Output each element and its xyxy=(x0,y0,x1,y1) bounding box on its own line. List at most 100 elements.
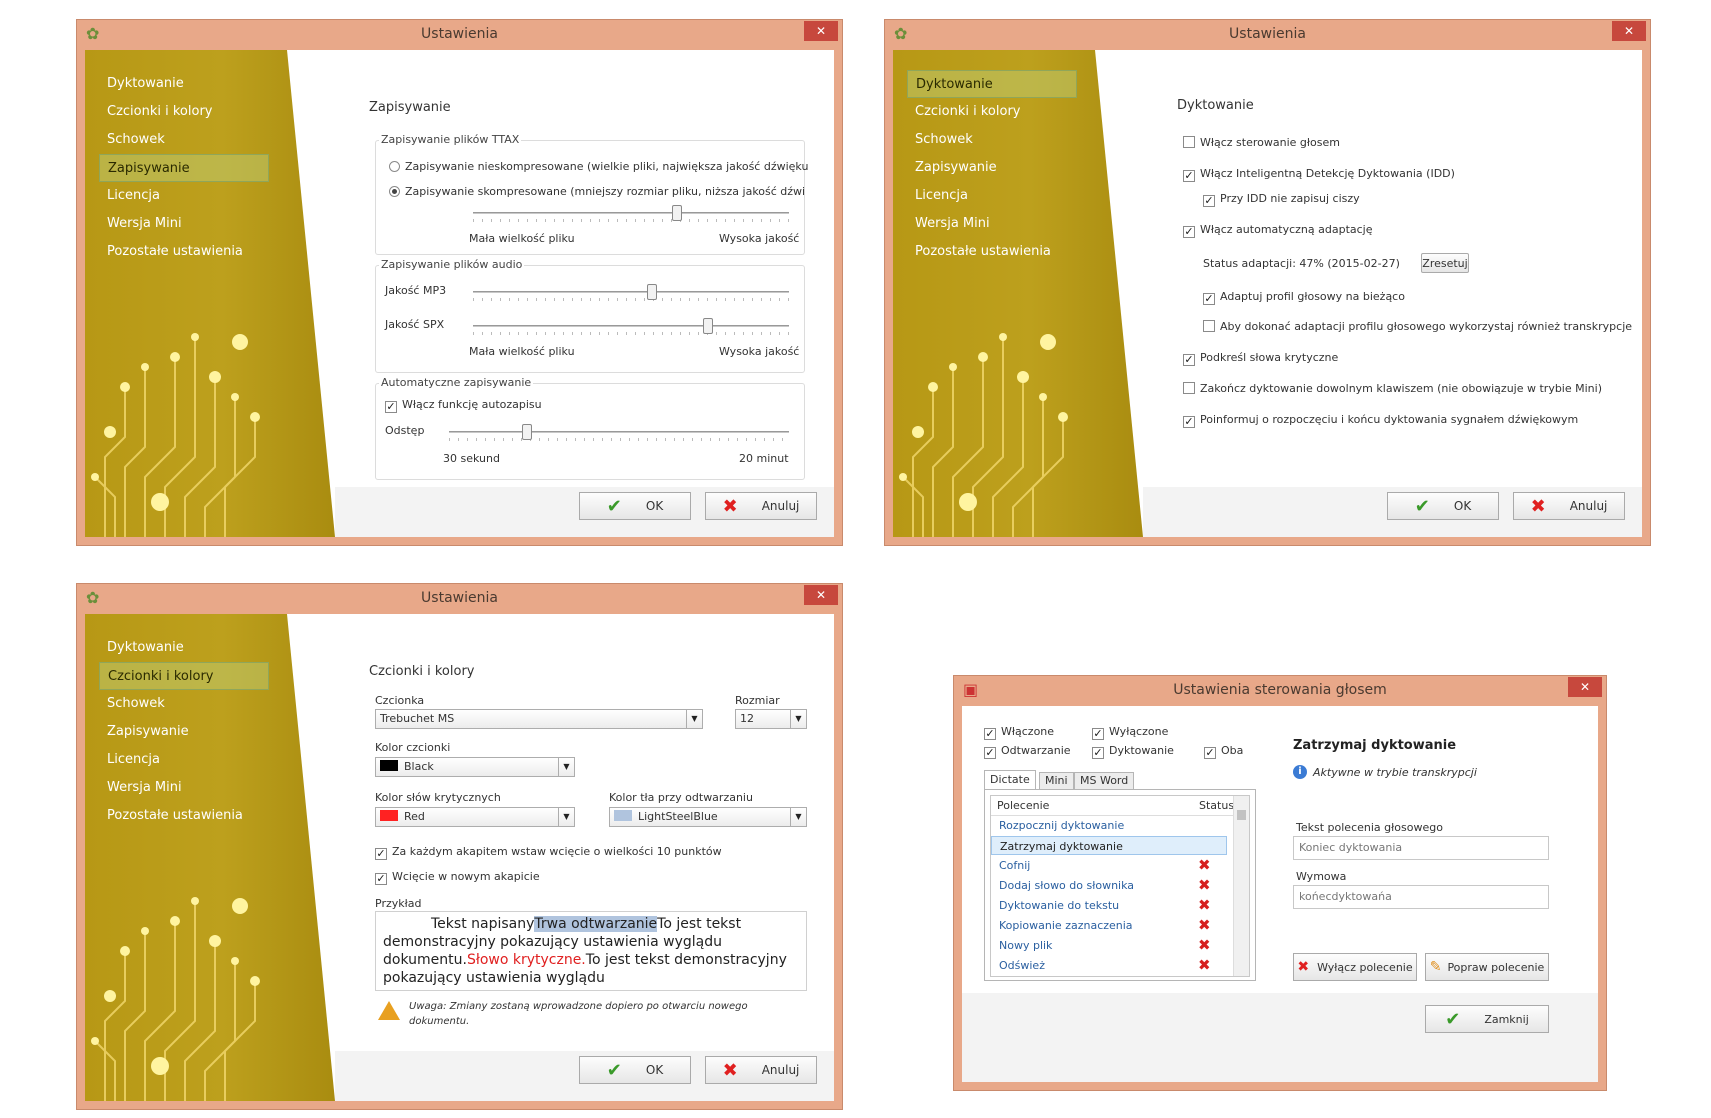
radio-circle[interactable] xyxy=(389,161,400,172)
idd-silence-checkbox[interactable]: ✓ Przy IDD nie zapisuj ciszy xyxy=(1203,192,1360,207)
filter-dictation[interactable]: ✓ Dyktowanie xyxy=(1092,744,1174,759)
checkbox-unchecked[interactable] xyxy=(1183,382,1195,394)
nav-item-zapisywanie[interactable]: Zapisywanie xyxy=(99,718,269,746)
nav-item-schowek[interactable]: Schowek xyxy=(99,126,269,154)
font-select[interactable]: Trebuchet MS ▼ xyxy=(375,709,703,729)
adapt-live-checkbox[interactable]: ✓ Adaptuj profil głosowy na bieżąco xyxy=(1203,290,1405,305)
reset-button[interactable]: Zresetuj xyxy=(1421,253,1469,273)
tab-mini[interactable]: Mini xyxy=(1039,772,1074,790)
nav-item-czcionki[interactable]: Czcionki i kolory xyxy=(99,98,269,126)
nav-item-licencja[interactable]: Licencja xyxy=(99,746,269,774)
ok-button[interactable]: ✔ OK xyxy=(579,492,691,520)
filter-both[interactable]: ✓ Oba xyxy=(1204,744,1243,759)
nav-item-dyktowanie[interactable]: Dyktowanie xyxy=(99,634,269,662)
list-item-odswiez[interactable]: Odśwież ✖ xyxy=(991,956,1221,975)
mp3-slider[interactable] xyxy=(473,284,789,301)
checkbox-checked[interactable]: ✓ xyxy=(1092,747,1104,759)
tab-msword[interactable]: MS Word xyxy=(1074,772,1135,790)
slider-thumb[interactable] xyxy=(702,318,713,334)
radio-circle-selected[interactable] xyxy=(389,186,400,197)
nav-item-licencja[interactable]: Licencja xyxy=(907,182,1077,210)
nav-item-czcionki[interactable]: Czcionki i kolory xyxy=(99,662,269,690)
list-item-dodaj-slowo[interactable]: Dodaj słowo do słownika ✖ xyxy=(991,876,1221,895)
radio-uncompressed[interactable]: Zapisywanie nieskompresowane (wielkie pl… xyxy=(389,160,808,173)
close-button[interactable]: ✕ xyxy=(804,585,838,605)
list-item-zatrzymaj[interactable]: Zatrzymaj dyktowanie xyxy=(991,836,1227,855)
checkbox-checked[interactable]: ✓ xyxy=(1092,728,1104,740)
ok-button[interactable]: ✔ OK xyxy=(579,1056,691,1084)
list-item-cofnij[interactable]: Cofnij ✖ xyxy=(991,856,1221,875)
checkbox-checked[interactable]: ✓ xyxy=(1183,416,1195,428)
voice-control-checkbox[interactable]: Włącz sterowanie głosem xyxy=(1183,136,1340,149)
checkbox-checked[interactable]: ✓ xyxy=(984,728,996,740)
slider-thumb[interactable] xyxy=(671,205,682,221)
critical-color-select[interactable]: Red ▼ xyxy=(375,807,575,827)
nav-item-pozostale[interactable]: Pozostałe ustawienia xyxy=(99,802,269,830)
close-button[interactable]: ✕ xyxy=(804,21,838,41)
nav-item-licencja[interactable]: Licencja xyxy=(99,182,269,210)
checkbox-checked[interactable]: ✓ xyxy=(1203,293,1215,305)
checkbox-checked[interactable]: ✓ xyxy=(375,873,387,885)
indent-new-checkbox[interactable]: ✓ Wcięcie w nowym akapicie xyxy=(375,870,540,885)
spx-slider[interactable] xyxy=(473,318,789,335)
nav-item-wersja-mini[interactable]: Wersja Mini xyxy=(99,774,269,802)
close-dialog-button[interactable]: ✔ Zamknij xyxy=(1425,1005,1549,1033)
nav-item-wersja-mini[interactable]: Wersja Mini xyxy=(99,210,269,238)
idd-checkbox[interactable]: ✓ Włącz Inteligentną Detekcję Dyktowania … xyxy=(1183,167,1455,182)
column-header-status[interactable]: Status xyxy=(1199,799,1234,812)
cancel-button[interactable]: ✖ Anuluj xyxy=(705,1056,817,1084)
pronunciation-field[interactable]: końecdyktowańa xyxy=(1293,885,1549,909)
nav-item-wersja-mini[interactable]: Wersja Mini xyxy=(907,210,1077,238)
nav-item-zapisywanie[interactable]: Zapisywanie xyxy=(907,154,1077,182)
column-header-command[interactable]: Polecenie xyxy=(997,799,1049,812)
adaptation-checkbox[interactable]: ✓ Włącz automatyczną adaptację xyxy=(1183,223,1373,238)
nav-item-zapisywanie[interactable]: Zapisywanie xyxy=(99,154,269,182)
radio-compressed[interactable]: Zapisywanie skompresowane (mniejszy rozm… xyxy=(389,185,805,198)
font-color-select[interactable]: Black ▼ xyxy=(375,757,575,777)
autosave-checkbox[interactable]: ✓ Włącz funkcję autozapisu xyxy=(385,398,542,413)
end-any-key-checkbox[interactable]: Zakończ dyktowanie dowolnym klawiszem (n… xyxy=(1183,382,1602,395)
size-select[interactable]: 12 ▼ xyxy=(735,709,807,729)
nav-item-dyktowanie[interactable]: Dyktowanie xyxy=(907,70,1077,98)
playback-color-select[interactable]: LightSteelBlue ▼ xyxy=(609,807,807,827)
nav-item-dyktowanie[interactable]: Dyktowanie xyxy=(99,70,269,98)
list-item-nowy-plik[interactable]: Nowy plik ✖ xyxy=(991,936,1221,955)
checkbox-checked[interactable]: ✓ xyxy=(1183,226,1195,238)
checkbox-checked[interactable]: ✓ xyxy=(385,401,397,413)
checkbox-checked[interactable]: ✓ xyxy=(984,747,996,759)
filter-playback[interactable]: ✓ Odtwarzanie xyxy=(984,744,1071,759)
cancel-button[interactable]: ✖ Anuluj xyxy=(705,492,817,520)
scrollbar-thumb[interactable] xyxy=(1237,810,1246,820)
adapt-transcriptions-checkbox[interactable]: Aby dokonać adaptacji profilu głosowego … xyxy=(1203,320,1632,333)
underline-critical-checkbox[interactable]: ✓ Podkreśl słowa krytyczne xyxy=(1183,351,1338,366)
fix-command-button[interactable]: ✎ Popraw polecenie xyxy=(1425,953,1549,981)
nav-item-schowek[interactable]: Schowek xyxy=(99,690,269,718)
checkbox-checked[interactable]: ✓ xyxy=(375,848,387,860)
list-item-rozpocznij[interactable]: Rozpocznij dyktowanie xyxy=(991,816,1221,835)
tab-dictate[interactable]: Dictate xyxy=(984,770,1036,790)
filter-disabled[interactable]: ✓ Wyłączone xyxy=(1092,725,1168,740)
checkbox-checked[interactable]: ✓ xyxy=(1203,195,1215,207)
checkbox-unchecked[interactable] xyxy=(1183,136,1195,148)
slider-thumb[interactable] xyxy=(647,284,658,300)
nav-item-czcionki[interactable]: Czcionki i kolory xyxy=(907,98,1077,126)
nav-item-schowek[interactable]: Schowek xyxy=(907,126,1077,154)
command-text-field[interactable]: Koniec dyktowania xyxy=(1293,836,1549,860)
ok-button[interactable]: ✔ OK xyxy=(1387,492,1499,520)
list-item-dyktowanie-tekst[interactable]: Dyktowanie do tekstu ✖ xyxy=(991,896,1221,915)
list-item-kopiowanie[interactable]: Kopiowanie zaznaczenia ✖ xyxy=(991,916,1221,935)
filter-enabled[interactable]: ✓ Włączone xyxy=(984,725,1054,740)
checkbox-checked[interactable]: ✓ xyxy=(1204,747,1216,759)
checkbox-checked[interactable]: ✓ xyxy=(1183,354,1195,366)
list-scrollbar[interactable] xyxy=(1233,796,1249,976)
checkbox-checked[interactable]: ✓ xyxy=(1183,170,1195,182)
close-button[interactable]: ✕ xyxy=(1568,677,1602,697)
slider-thumb[interactable] xyxy=(521,424,532,440)
sound-signal-checkbox[interactable]: ✓ Poinformuj o rozpoczęciu i końcu dyktow… xyxy=(1183,413,1578,428)
close-button[interactable]: ✕ xyxy=(1612,21,1646,41)
cancel-button[interactable]: ✖ Anuluj xyxy=(1513,492,1625,520)
ttax-quality-slider[interactable] xyxy=(473,205,789,222)
nav-item-pozostale[interactable]: Pozostałe ustawienia xyxy=(99,238,269,266)
checkbox-unchecked[interactable] xyxy=(1203,320,1215,332)
disable-command-button[interactable]: ✖ Wyłącz polecenie xyxy=(1293,953,1417,981)
